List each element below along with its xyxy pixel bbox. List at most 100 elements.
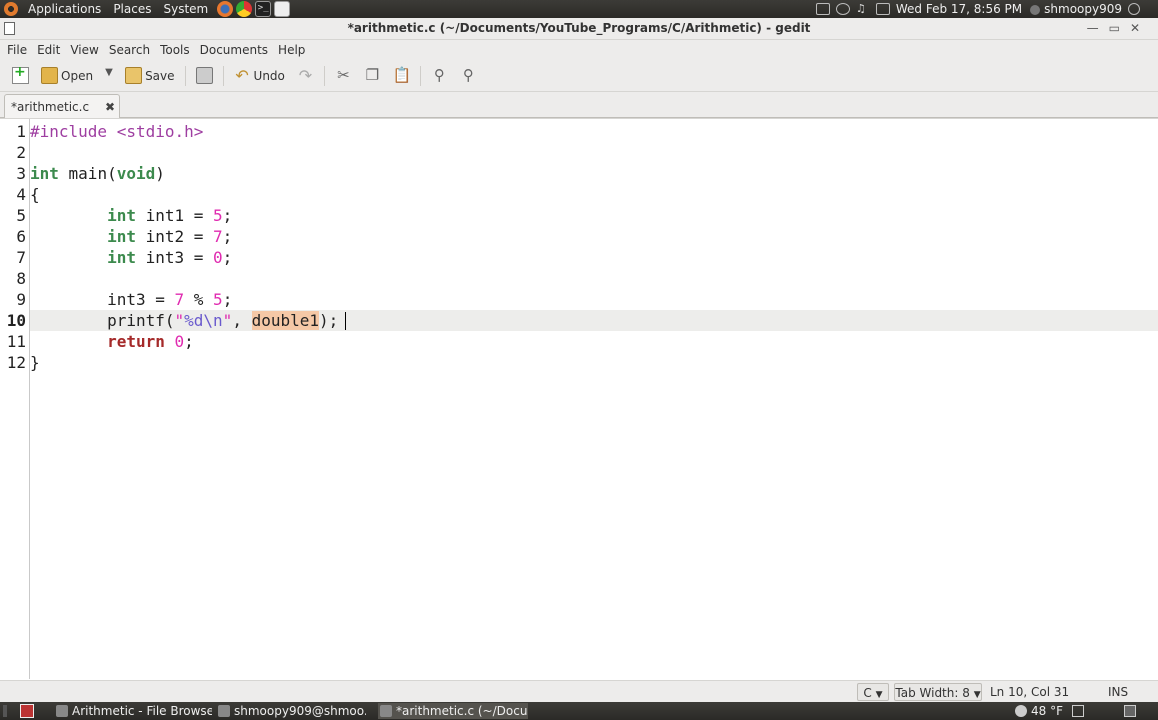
window-title: *arithmetic.c (~/Documents/YouTube_Progr… bbox=[347, 21, 811, 35]
save-label: Save bbox=[145, 68, 175, 83]
weather-indicator[interactable]: 48 °F bbox=[1015, 703, 1063, 719]
code-line[interactable]: int int3 = 0; bbox=[30, 247, 1158, 268]
code-line[interactable]: return 0; bbox=[30, 331, 1158, 352]
clipboard-icon: 📋 bbox=[392, 66, 412, 84]
line-number: 12 bbox=[6, 353, 26, 372]
panel-handle-icon bbox=[3, 705, 7, 717]
menubar: File Edit View Search Tools Documents He… bbox=[0, 40, 1158, 60]
line-number: 7 bbox=[16, 248, 26, 267]
window-controls: — ▭ ✕ bbox=[1087, 21, 1140, 35]
open-button[interactable]: Open bbox=[35, 62, 99, 90]
undo-button[interactable]: ↶ Undo bbox=[228, 62, 291, 90]
window-titlebar[interactable]: *arithmetic.c (~/Documents/YouTube_Progr… bbox=[0, 18, 1158, 40]
ubuntu-logo-icon[interactable] bbox=[4, 2, 18, 16]
line-number: 5 bbox=[16, 206, 26, 225]
code-line[interactable]: int int2 = 7; bbox=[30, 226, 1158, 247]
workspace-switcher-icon[interactable] bbox=[1124, 705, 1136, 717]
terminal-icon[interactable]: >_ bbox=[255, 1, 272, 17]
redo-button[interactable]: ↷ bbox=[291, 62, 320, 90]
copy-button[interactable]: ❐ bbox=[358, 62, 387, 90]
code-line[interactable]: } bbox=[30, 352, 1158, 373]
minimize-icon[interactable]: — bbox=[1087, 21, 1099, 35]
find-replace-icon: ⚲ bbox=[462, 66, 474, 84]
cut-button[interactable]: ✂ bbox=[329, 62, 358, 90]
panel-menus: Applications Places System bbox=[0, 0, 214, 18]
window-selector-icon[interactable] bbox=[815, 3, 830, 15]
system-menu[interactable]: System bbox=[157, 0, 214, 18]
menu-search[interactable]: Search bbox=[104, 43, 155, 57]
line-number: 3 bbox=[16, 164, 26, 183]
menu-help[interactable]: Help bbox=[273, 43, 310, 57]
code-line[interactable]: #include <stdio.h> bbox=[30, 121, 1158, 142]
printer-icon bbox=[195, 67, 213, 84]
scissors-icon: ✂ bbox=[337, 66, 350, 84]
user-menu[interactable]: shmoopy909 bbox=[1028, 2, 1122, 16]
open-recent-dropdown[interactable]: ▼ bbox=[99, 62, 119, 90]
menu-file[interactable]: File bbox=[2, 43, 32, 57]
taskbar-item-gedit[interactable]: *arithmetic.c (~/Docu... bbox=[378, 703, 528, 719]
mail-icon[interactable] bbox=[274, 1, 291, 17]
menu-documents[interactable]: Documents bbox=[195, 43, 273, 57]
line-number: 11 bbox=[6, 332, 26, 351]
places-menu[interactable]: Places bbox=[107, 0, 157, 18]
menu-tools[interactable]: Tools bbox=[155, 43, 195, 57]
line-number: 6 bbox=[16, 227, 26, 246]
code-line[interactable]: { bbox=[30, 184, 1158, 205]
language-selector[interactable]: C ▼ bbox=[857, 683, 889, 701]
menu-view[interactable]: View bbox=[65, 43, 103, 57]
tab-arithmetic-c[interactable]: *arithmetic.c ✖ bbox=[4, 94, 120, 118]
new-document-icon bbox=[12, 64, 29, 84]
line-number: 1 bbox=[16, 122, 26, 141]
cursor-position: Ln 10, Col 31 bbox=[990, 685, 1070, 699]
text-cursor bbox=[345, 312, 346, 330]
code-line[interactable]: int3 = 7 % 5; bbox=[30, 289, 1158, 310]
bottom-panel: Arithmetic - File Browser shmoopy909@shm… bbox=[0, 702, 1158, 720]
code-line[interactable] bbox=[30, 268, 1158, 289]
replace-button[interactable]: ⚲ bbox=[454, 62, 483, 90]
code-line-current[interactable]: printf("%d\n", double1); bbox=[30, 310, 1158, 331]
line-number: 8 bbox=[16, 269, 26, 288]
new-button[interactable] bbox=[6, 62, 35, 90]
undo-label: Undo bbox=[253, 68, 285, 83]
paste-button[interactable]: 📋 bbox=[387, 62, 416, 90]
code-line[interactable]: int int1 = 5; bbox=[30, 205, 1158, 226]
save-button[interactable]: Save bbox=[119, 62, 180, 90]
close-icon[interactable]: ✕ bbox=[1130, 21, 1140, 35]
insert-mode: INS bbox=[1108, 685, 1129, 699]
open-label: Open bbox=[61, 68, 94, 83]
taskbar-item-terminal[interactable]: shmoopy909@shmoo... bbox=[216, 703, 366, 719]
clock[interactable]: Wed Feb 17, 8:56 PM bbox=[896, 2, 1022, 16]
menu-edit[interactable]: Edit bbox=[32, 43, 65, 57]
toolbar-separator bbox=[222, 65, 224, 86]
show-desktop-icon[interactable] bbox=[20, 704, 34, 718]
find-button[interactable]: ⚲ bbox=[425, 62, 454, 90]
panel-tray: ♫ Wed Feb 17, 8:56 PM shmoopy909 bbox=[815, 0, 1158, 18]
chevron-down-icon: ▼ bbox=[875, 690, 883, 700]
volume-icon[interactable]: ♫ bbox=[856, 3, 870, 15]
print-button[interactable] bbox=[190, 62, 219, 90]
code-editor[interactable]: 1 2 3 4 5 6 7 8 9 10 11 12 #include <stdio.h> int ma… bbox=[0, 118, 1158, 679]
tab-close-icon[interactable]: ✖ bbox=[105, 100, 119, 114]
firefox-icon[interactable] bbox=[217, 1, 234, 17]
applications-menu[interactable]: Applications bbox=[22, 0, 107, 18]
toolbar: Open ▼ Save ↶ Undo ↷ ✂ ❐ 📋 ⚲ ⚲ bbox=[0, 60, 1158, 92]
undo-icon: ↶ bbox=[235, 66, 249, 85]
power-icon[interactable] bbox=[1128, 3, 1140, 15]
tab-width-selector[interactable]: Tab Width: 8 ▼ bbox=[894, 683, 982, 701]
toolbar-separator bbox=[184, 65, 186, 86]
toolbar-separator bbox=[323, 65, 325, 86]
folder-icon bbox=[41, 67, 58, 84]
chrome-icon[interactable] bbox=[236, 1, 253, 17]
save-icon bbox=[125, 67, 143, 84]
code-line[interactable]: int main(void) bbox=[30, 163, 1158, 184]
magnifier-icon: ⚲ bbox=[433, 66, 445, 84]
trash-icon[interactable] bbox=[1072, 705, 1084, 717]
network-icon[interactable] bbox=[835, 3, 850, 15]
code-line[interactable] bbox=[30, 142, 1158, 163]
line-number: 10 bbox=[6, 311, 26, 330]
maximize-icon[interactable]: ▭ bbox=[1109, 21, 1120, 35]
taskbar-item-file-browser[interactable]: Arithmetic - File Browser bbox=[54, 703, 212, 719]
language-label: C bbox=[863, 686, 872, 700]
mail-indicator-icon[interactable] bbox=[875, 3, 890, 15]
code-area[interactable]: #include <stdio.h> int main(void){ int in… bbox=[30, 119, 1158, 679]
